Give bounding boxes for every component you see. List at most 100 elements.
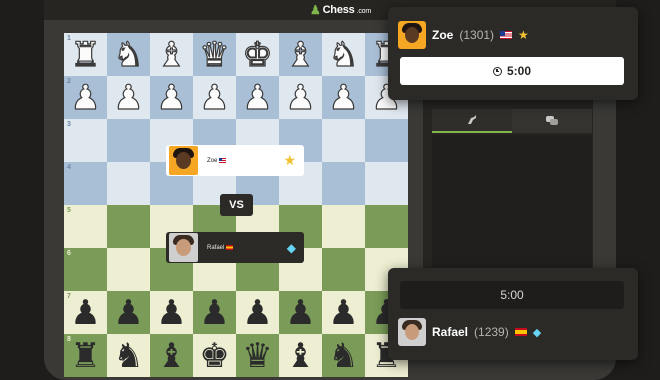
white-piece[interactable]: ♞ <box>328 37 360 72</box>
board-square[interactable]: 2 ♟ <box>64 76 107 119</box>
board-square[interactable]: ♟ <box>279 76 322 119</box>
board-square[interactable] <box>322 248 365 291</box>
board-square[interactable] <box>107 248 150 291</box>
board-square[interactable]: ♝ <box>279 33 322 76</box>
top-player-name[interactable]: Zoe <box>432 28 453 42</box>
white-piece[interactable]: ♞ <box>113 37 145 72</box>
star-icon: ★ <box>283 152 296 168</box>
board-square[interactable]: ♚ <box>236 33 279 76</box>
black-piece[interactable]: ♝ <box>285 339 315 373</box>
white-piece[interactable]: ♟ <box>242 80 274 115</box>
move-list-area <box>432 135 592 275</box>
white-piece[interactable]: ♝ <box>285 37 317 72</box>
diamond-icon: ◆ <box>286 240 296 255</box>
black-piece[interactable]: ♛ <box>242 339 272 373</box>
board-square[interactable]: 5 <box>64 205 107 248</box>
tab-chat[interactable] <box>512 109 592 133</box>
white-piece[interactable]: ♚ <box>242 37 274 72</box>
board-square[interactable]: 3 <box>64 119 107 162</box>
chat-icon <box>546 116 558 125</box>
board-square[interactable]: ♟ <box>193 291 236 334</box>
black-piece[interactable]: ♟ <box>113 296 143 330</box>
black-piece[interactable]: ♚ <box>199 339 229 373</box>
clock-icon <box>492 66 502 76</box>
top-clock-time: 5:00 <box>506 64 532 78</box>
board-square[interactable]: 1 ♜ <box>64 33 107 76</box>
white-piece[interactable]: ♟ <box>156 80 188 115</box>
board-square[interactable]: 6 <box>64 248 107 291</box>
black-piece[interactable]: ♟ <box>285 296 315 330</box>
logo-suffix: .com <box>356 7 372 15</box>
board-square[interactable] <box>322 162 365 205</box>
bottom-player-card: 5:00 Rafael (1239) ◆ <box>388 268 638 360</box>
black-piece[interactable]: ♟ <box>156 296 186 330</box>
board-square[interactable] <box>365 162 408 205</box>
black-piece[interactable]: ♜ <box>70 339 100 373</box>
board-square[interactable]: ♝ <box>150 33 193 76</box>
tab-moves[interactable] <box>432 109 512 133</box>
white-piece[interactable]: ♟ <box>328 80 360 115</box>
black-piece[interactable]: ♞ <box>328 339 358 373</box>
bottom-player-rating: (1239) <box>474 325 509 339</box>
black-piece[interactable]: ♟ <box>70 296 100 330</box>
board-square[interactable]: ♟ <box>150 291 193 334</box>
black-piece[interactable]: ♝ <box>156 339 186 373</box>
top-player-rating: (1301) <box>459 28 495 42</box>
board-square[interactable]: ♞ <box>107 33 150 76</box>
rank-label: 1 <box>67 35 71 42</box>
top-player-clock: 5:00 <box>400 57 624 85</box>
board-square[interactable] <box>107 119 150 162</box>
bottom-clock-time: 5:00 <box>500 288 524 302</box>
rank-label: 7 <box>67 293 71 300</box>
board-square[interactable]: ♟ <box>193 76 236 119</box>
board-square[interactable] <box>365 119 408 162</box>
black-piece[interactable]: ♟ <box>242 296 272 330</box>
diamond-icon: ◆ <box>532 326 542 339</box>
board-square[interactable]: ♟ <box>107 291 150 334</box>
board-square[interactable] <box>365 205 408 248</box>
rafael-vs-card: Rafael ◆ <box>166 232 304 263</box>
rafael-card-name: Rafael <box>207 244 225 251</box>
white-piece[interactable]: ♝ <box>156 37 188 72</box>
es-flag-icon <box>226 245 234 250</box>
es-flag-icon <box>514 328 527 336</box>
black-piece[interactable]: ♟ <box>328 296 358 330</box>
white-piece[interactable]: ♟ <box>285 80 317 115</box>
board-square[interactable]: ♟ <box>322 291 365 334</box>
rank-label: 4 <box>67 164 71 171</box>
board-square[interactable]: 7 ♟ <box>64 291 107 334</box>
board-square[interactable]: ♛ <box>193 33 236 76</box>
rank-label: 8 <box>67 336 71 343</box>
white-piece[interactable]: ♟ <box>70 80 102 115</box>
rank-label: 6 <box>67 250 71 257</box>
top-player-avatar[interactable] <box>398 21 426 49</box>
board-square[interactable]: 4 <box>64 162 107 205</box>
bottom-player-row: Rafael (1239) ◆ <box>398 318 541 346</box>
white-piece[interactable]: ♟ <box>199 80 231 115</box>
bottom-player-avatar[interactable] <box>398 318 426 346</box>
board-square[interactable]: ♟ <box>236 76 279 119</box>
zoe-vs-card: Zoe ★ <box>166 145 304 176</box>
black-piece[interactable]: ♟ <box>199 296 229 330</box>
board-square[interactable] <box>322 119 365 162</box>
white-piece[interactable]: ♛ <box>199 37 231 72</box>
black-piece[interactable]: ♞ <box>113 339 143 373</box>
board-square[interactable] <box>107 205 150 248</box>
board-square[interactable]: ♟ <box>150 76 193 119</box>
white-piece[interactable]: ♜ <box>70 37 102 72</box>
board-square[interactable]: ♟ <box>322 76 365 119</box>
rank-label: 2 <box>67 78 71 85</box>
board-square[interactable]: ♟ <box>279 291 322 334</box>
panel-tabs <box>432 109 592 133</box>
zoe-card-name: Zoe <box>207 157 218 164</box>
chess-logo: ♟ Chess .com <box>310 3 371 17</box>
board-square[interactable] <box>322 205 365 248</box>
us-flag-icon <box>219 158 227 163</box>
board-square[interactable]: ♟ <box>107 76 150 119</box>
board-square[interactable] <box>107 162 150 205</box>
rank-label: 5 <box>67 207 71 214</box>
bottom-player-name[interactable]: Rafael <box>432 325 468 339</box>
white-piece[interactable]: ♟ <box>113 80 145 115</box>
board-square[interactable]: ♟ <box>236 291 279 334</box>
board-square[interactable]: ♞ <box>322 33 365 76</box>
